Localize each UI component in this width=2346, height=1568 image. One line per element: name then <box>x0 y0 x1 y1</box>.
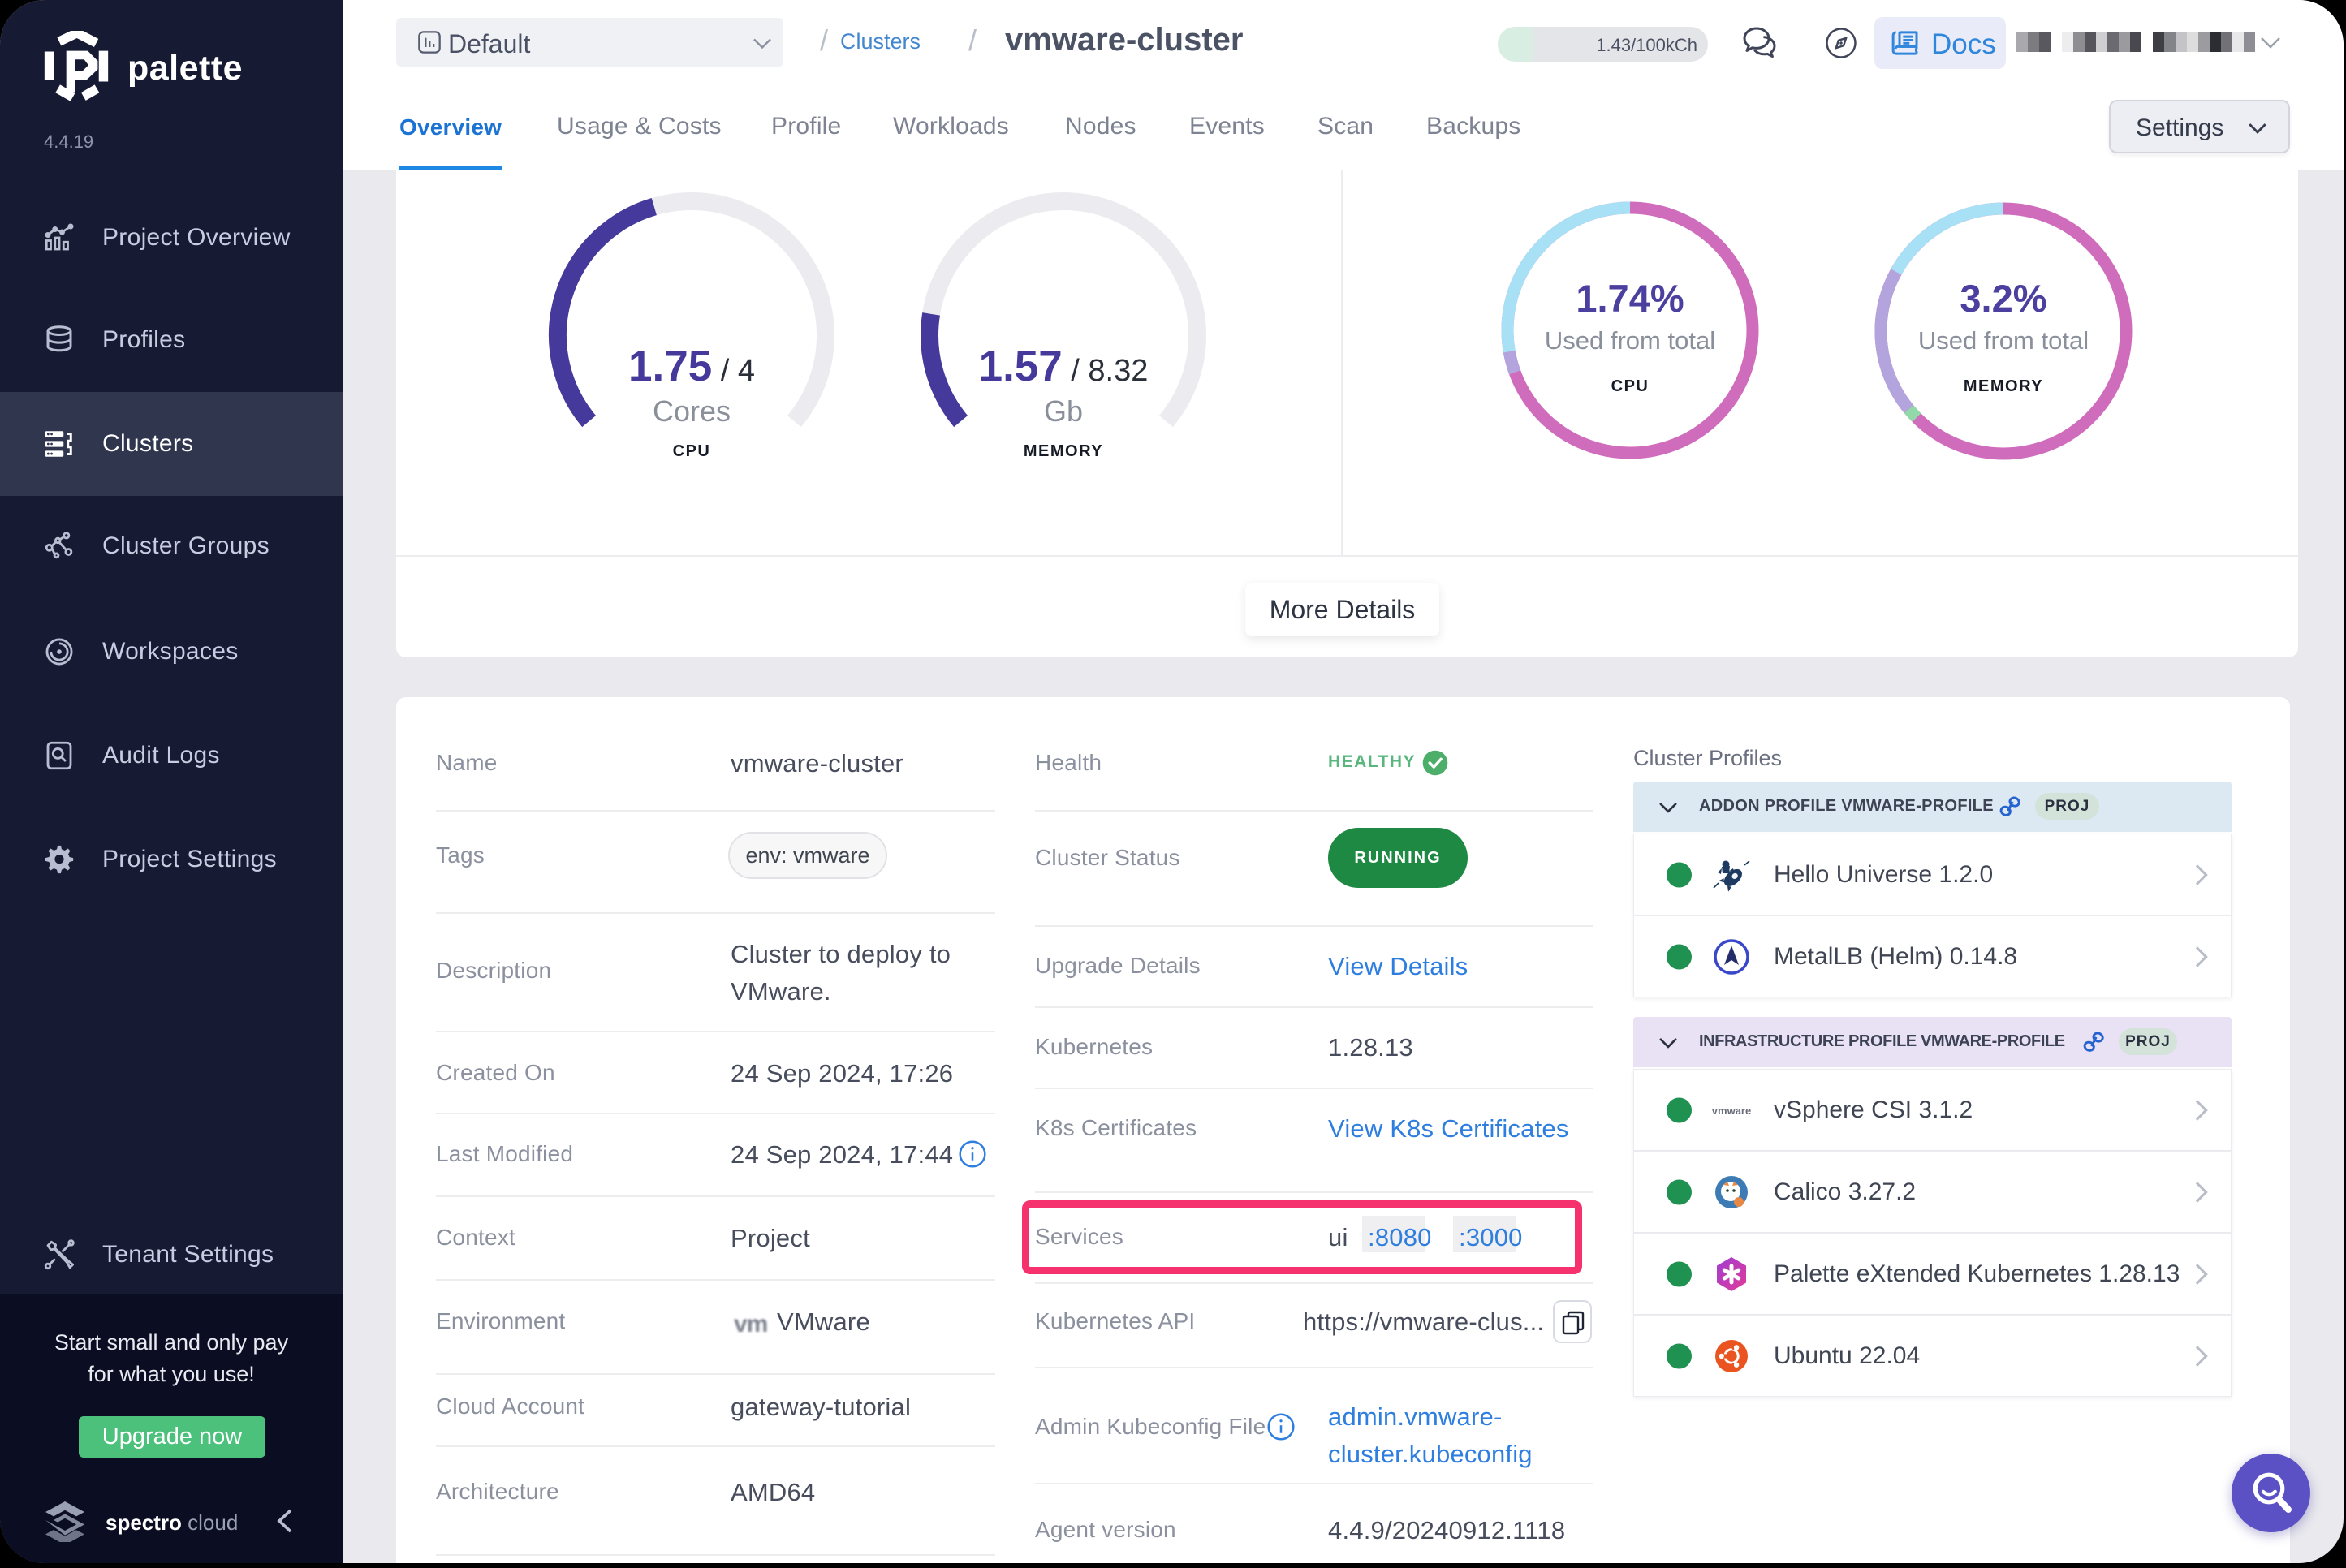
svg-text:vmware: vmware <box>1712 1105 1751 1117</box>
